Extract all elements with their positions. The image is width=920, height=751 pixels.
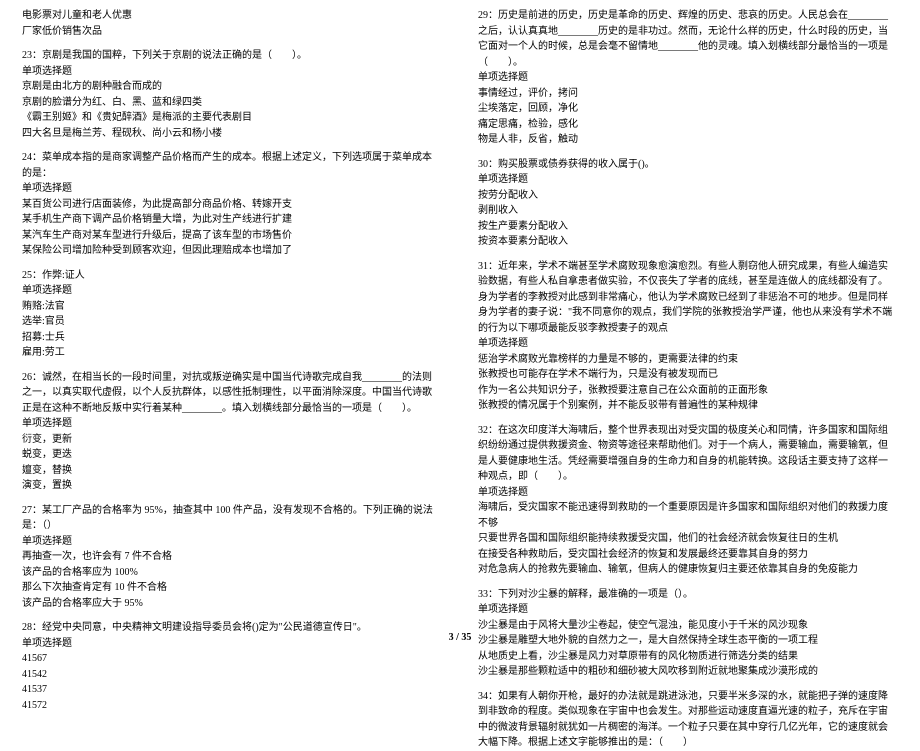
question-type: 单项选择题: [478, 485, 894, 501]
question-type: 单项选择题: [22, 64, 438, 80]
option: 嬗变，替换: [22, 463, 438, 479]
option: 四大名旦是梅兰芳、程砚秋、尚小云和杨小楼: [22, 126, 438, 142]
question-type: 单项选择题: [22, 534, 438, 550]
question-24: 24：菜单成本指的是商家调整产品价格而产生的成本。根据上述定义，下列选项属于菜单…: [22, 150, 438, 259]
question-stem: 27：某工厂产品的合格率为 95%，抽查其中 100 件产品，没有发现不合格的。…: [22, 503, 438, 534]
option: 41542: [22, 667, 438, 683]
question-type: 单项选择题: [478, 70, 894, 86]
option: 按资本要素分配收入: [478, 234, 894, 250]
question-stem: 32：在这次印度洋大海啸后，整个世界表现出对受灾国的极度关心和同情，许多国家和国…: [478, 423, 894, 485]
option: 某手机生产商下调产品价格销量大增，为此对生产线进行扩建: [22, 212, 438, 228]
question-31: 31：近年来，学术不端甚至学术腐败现象愈演愈烈。有些人剽窃他人研究成果，有些人编…: [478, 259, 894, 414]
option: 京剧的脸谱分为红、白、黑、蓝和绿四类: [22, 95, 438, 111]
question-type: 单项选择题: [22, 283, 438, 299]
page-container: 电影票对儿童和老人优惠 厂家低价销售次品 23：京剧是我国的国粹，下列关于京剧的…: [0, 0, 920, 651]
option: 贿赂:法官: [22, 299, 438, 315]
page-footer: 3 / 35: [0, 630, 920, 646]
question-34: 34：如果有人朝你开枪，最好的办法就是跳进泳池，只要半米多深的水，就能把子弹的速…: [478, 689, 894, 751]
option: 作为一名公共知识分子，张教授要注意自己在公众面前的正面形象: [478, 383, 894, 399]
question-stem: 31：近年来，学术不端甚至学术腐败现象愈演愈烈。有些人剽窃他人研究成果，有些人编…: [478, 259, 894, 337]
right-column: 29：历史是前进的历史，历史是革命的历史、辉煌的历史、悲哀的历史。人民总会在__…: [460, 0, 920, 651]
option: 雇用:劳工: [22, 345, 438, 361]
question-29: 29：历史是前进的历史，历史是革命的历史、辉煌的历史、悲哀的历史。人民总会在__…: [478, 8, 894, 148]
question-stem: 23：京剧是我国的国粹，下列关于京剧的说法正确的是（ ）。: [22, 48, 438, 64]
option: 剥削收入: [478, 203, 894, 219]
option: 该产品的合格率应为 100%: [22, 565, 438, 581]
option: 41567: [22, 651, 438, 667]
option: 衍变，更新: [22, 432, 438, 448]
question-30: 30：购买股票或债券获得的收入属于()。 单项选择题 按劳分配收入 剥削收入 按…: [478, 157, 894, 250]
option: 再抽查一次，也许会有 7 件不合格: [22, 549, 438, 565]
question-stem: 30：购买股票或债券获得的收入属于()。: [478, 157, 894, 173]
option: 演变，置换: [22, 478, 438, 494]
question-32: 32：在这次印度洋大海啸后，整个世界表现出对受灾国的极度关心和同情，许多国家和国…: [478, 423, 894, 578]
option: 张教授也可能存在学术不端行为，只是没有被发现而已: [478, 367, 894, 383]
option: 京剧是由北方的剧种融合而成的: [22, 79, 438, 95]
option: 招募:士兵: [22, 330, 438, 346]
preamble-line: 电影票对儿童和老人优惠: [22, 8, 438, 24]
option: 沙尘暴是那些颗粒适中的粗砂和细砂被大风吹移到附近就地聚集成沙漠形成的: [478, 664, 894, 680]
option: 痛定思痛，检验，感化: [478, 117, 894, 133]
question-27: 27：某工厂产品的合格率为 95%，抽查其中 100 件产品，没有发现不合格的。…: [22, 503, 438, 612]
option: 那么下次抽查肯定有 10 件不合格: [22, 580, 438, 596]
option: 尘埃落定，回顾，净化: [478, 101, 894, 117]
option: 对危急病人的抢救先要输血、输氧，但病人的健康恢复归主要还依靠其自身的免疫能力: [478, 562, 894, 578]
question-type: 单项选择题: [478, 336, 894, 352]
question-stem: 33：下列对沙尘暴的解释，最准确的一项是（）。: [478, 587, 894, 603]
question-25: 25：作弊:证人 单项选择题 贿赂:法官 选举:官员 招募:士兵 雇用:劳工: [22, 268, 438, 361]
option: 某汽车生产商对某车型进行升级后，提高了该车型的市场售价: [22, 228, 438, 244]
question-type: 单项选择题: [22, 416, 438, 432]
option: 只要世界各国和国际组织能持续救援受灾国，他们的社会经济就会恢复往日的生机: [478, 531, 894, 547]
option: 在接受各种救助后，受灾国社会经济的恢复和发展最终还要靠其自身的努力: [478, 547, 894, 563]
question-type: 单项选择题: [478, 602, 894, 618]
option: 惩治学术腐败光靠榜样的力量是不够的，更需要法律的约束: [478, 352, 894, 368]
option: 《霸王别姬》和《贵妃醉酒》是梅派的主要代表剧目: [22, 110, 438, 126]
question-type: 单项选择题: [22, 181, 438, 197]
option: 蜕变，更迭: [22, 447, 438, 463]
option: 按劳分配收入: [478, 188, 894, 204]
option: 按生产要素分配收入: [478, 219, 894, 235]
question-26: 26：诚然，在相当长的一段时间里，对抗或叛逆确实是中国当代诗歌完成自我_____…: [22, 370, 438, 494]
preamble-block: 电影票对儿童和老人优惠 厂家低价销售次品: [22, 8, 438, 39]
option: 选举:官员: [22, 314, 438, 330]
question-stem: 26：诚然，在相当长的一段时间里，对抗或叛逆确实是中国当代诗歌完成自我_____…: [22, 370, 438, 417]
option: 该产品的合格率应大于 95%: [22, 596, 438, 612]
question-stem: 29：历史是前进的历史，历史是革命的历史、辉煌的历史、悲哀的历史。人民总会在__…: [478, 8, 894, 70]
option: 41537: [22, 682, 438, 698]
preamble-line: 厂家低价销售次品: [22, 24, 438, 40]
question-type: 单项选择题: [478, 172, 894, 188]
option: 张教授的情况属于个别案例，并不能反驳带有普遍性的某种规律: [478, 398, 894, 414]
option: 物是人非，反省，触动: [478, 132, 894, 148]
left-column: 电影票对儿童和老人优惠 厂家低价销售次品 23：京剧是我国的国粹，下列关于京剧的…: [0, 0, 460, 651]
question-stem: 24：菜单成本指的是商家调整产品价格而产生的成本。根据上述定义，下列选项属于菜单…: [22, 150, 438, 181]
question-stem: 34：如果有人朝你开枪，最好的办法就是跳进泳池，只要半米多深的水，就能把子弹的速…: [478, 689, 894, 751]
option: 某保险公司增加险种受到顾客欢迎，但因此理赔成本也增加了: [22, 243, 438, 259]
option: 事情经过，评价，拷问: [478, 86, 894, 102]
question-stem: 25：作弊:证人: [22, 268, 438, 284]
option: 41572: [22, 698, 438, 714]
option: 某百货公司进行店面装修，为此提高部分商品价格、转嫁开支: [22, 197, 438, 213]
question-23: 23：京剧是我国的国粹，下列关于京剧的说法正确的是（ ）。 单项选择题 京剧是由…: [22, 48, 438, 141]
option: 海啸后，受灾国家不能迅速得到救助的一个重要原因是许多国家和国际组织对他们的救援力…: [478, 500, 894, 531]
